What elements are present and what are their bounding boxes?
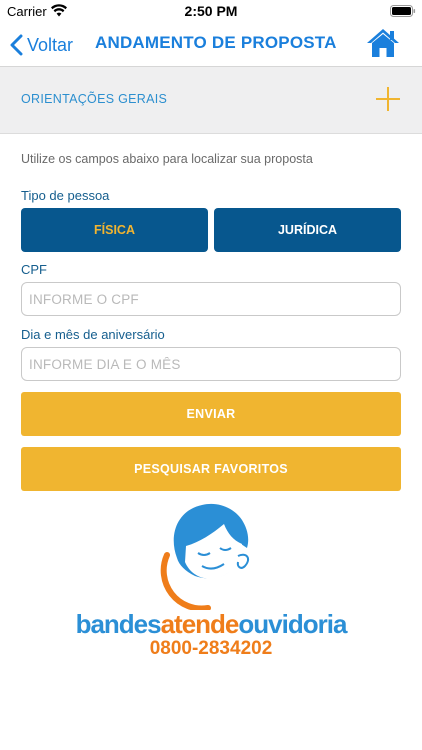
battery-icon xyxy=(390,5,416,17)
chevron-left-icon xyxy=(10,34,23,56)
person-type-fisica-button[interactable]: FÍSICA xyxy=(21,208,208,252)
ombudsman-face-logo xyxy=(160,503,249,610)
search-favorites-button[interactable]: PESQUISAR FAVORITOS xyxy=(21,447,401,491)
brand-part-1: bandes xyxy=(75,609,162,639)
status-bar: Carrier 2:50 PM xyxy=(0,0,422,24)
back-label: Voltar xyxy=(27,34,74,55)
brand-part-3: ouvidoria xyxy=(238,609,347,639)
cpf-input[interactable] xyxy=(21,282,401,316)
instructions-text: Utilize os campos abaixo para localizar … xyxy=(21,152,313,166)
home-icon xyxy=(367,29,399,57)
brand-part-2: atende xyxy=(160,609,240,639)
ombudsman-phone: 0800-2834202 xyxy=(149,638,273,659)
birthday-input[interactable] xyxy=(21,347,401,381)
cpf-label: CPF xyxy=(21,262,47,277)
general-guidelines-accordion[interactable]: ORIENTAÇÕES GERAIS xyxy=(0,66,422,134)
back-button[interactable]: Voltar xyxy=(10,32,73,58)
accordion-label: ORIENTAÇÕES GERAIS xyxy=(21,92,168,106)
person-type-juridica-button[interactable]: JURÍDICA xyxy=(214,208,401,252)
status-time: 2:50 PM xyxy=(184,3,238,19)
plus-icon[interactable] xyxy=(375,86,401,112)
navigation-bar: Voltar ANDAMENTO DE PROPOSTA xyxy=(0,24,422,66)
page-title: ANDAMENTO DE PROPOSTA xyxy=(95,33,337,52)
submit-button[interactable]: ENVIAR xyxy=(21,392,401,436)
brand-wordmark: bandesatendeouvidoria xyxy=(0,609,422,640)
birthday-label: Dia e mês de aniversário xyxy=(21,327,165,342)
person-type-label: Tipo de pessoa xyxy=(21,188,110,203)
home-button[interactable] xyxy=(366,28,400,63)
